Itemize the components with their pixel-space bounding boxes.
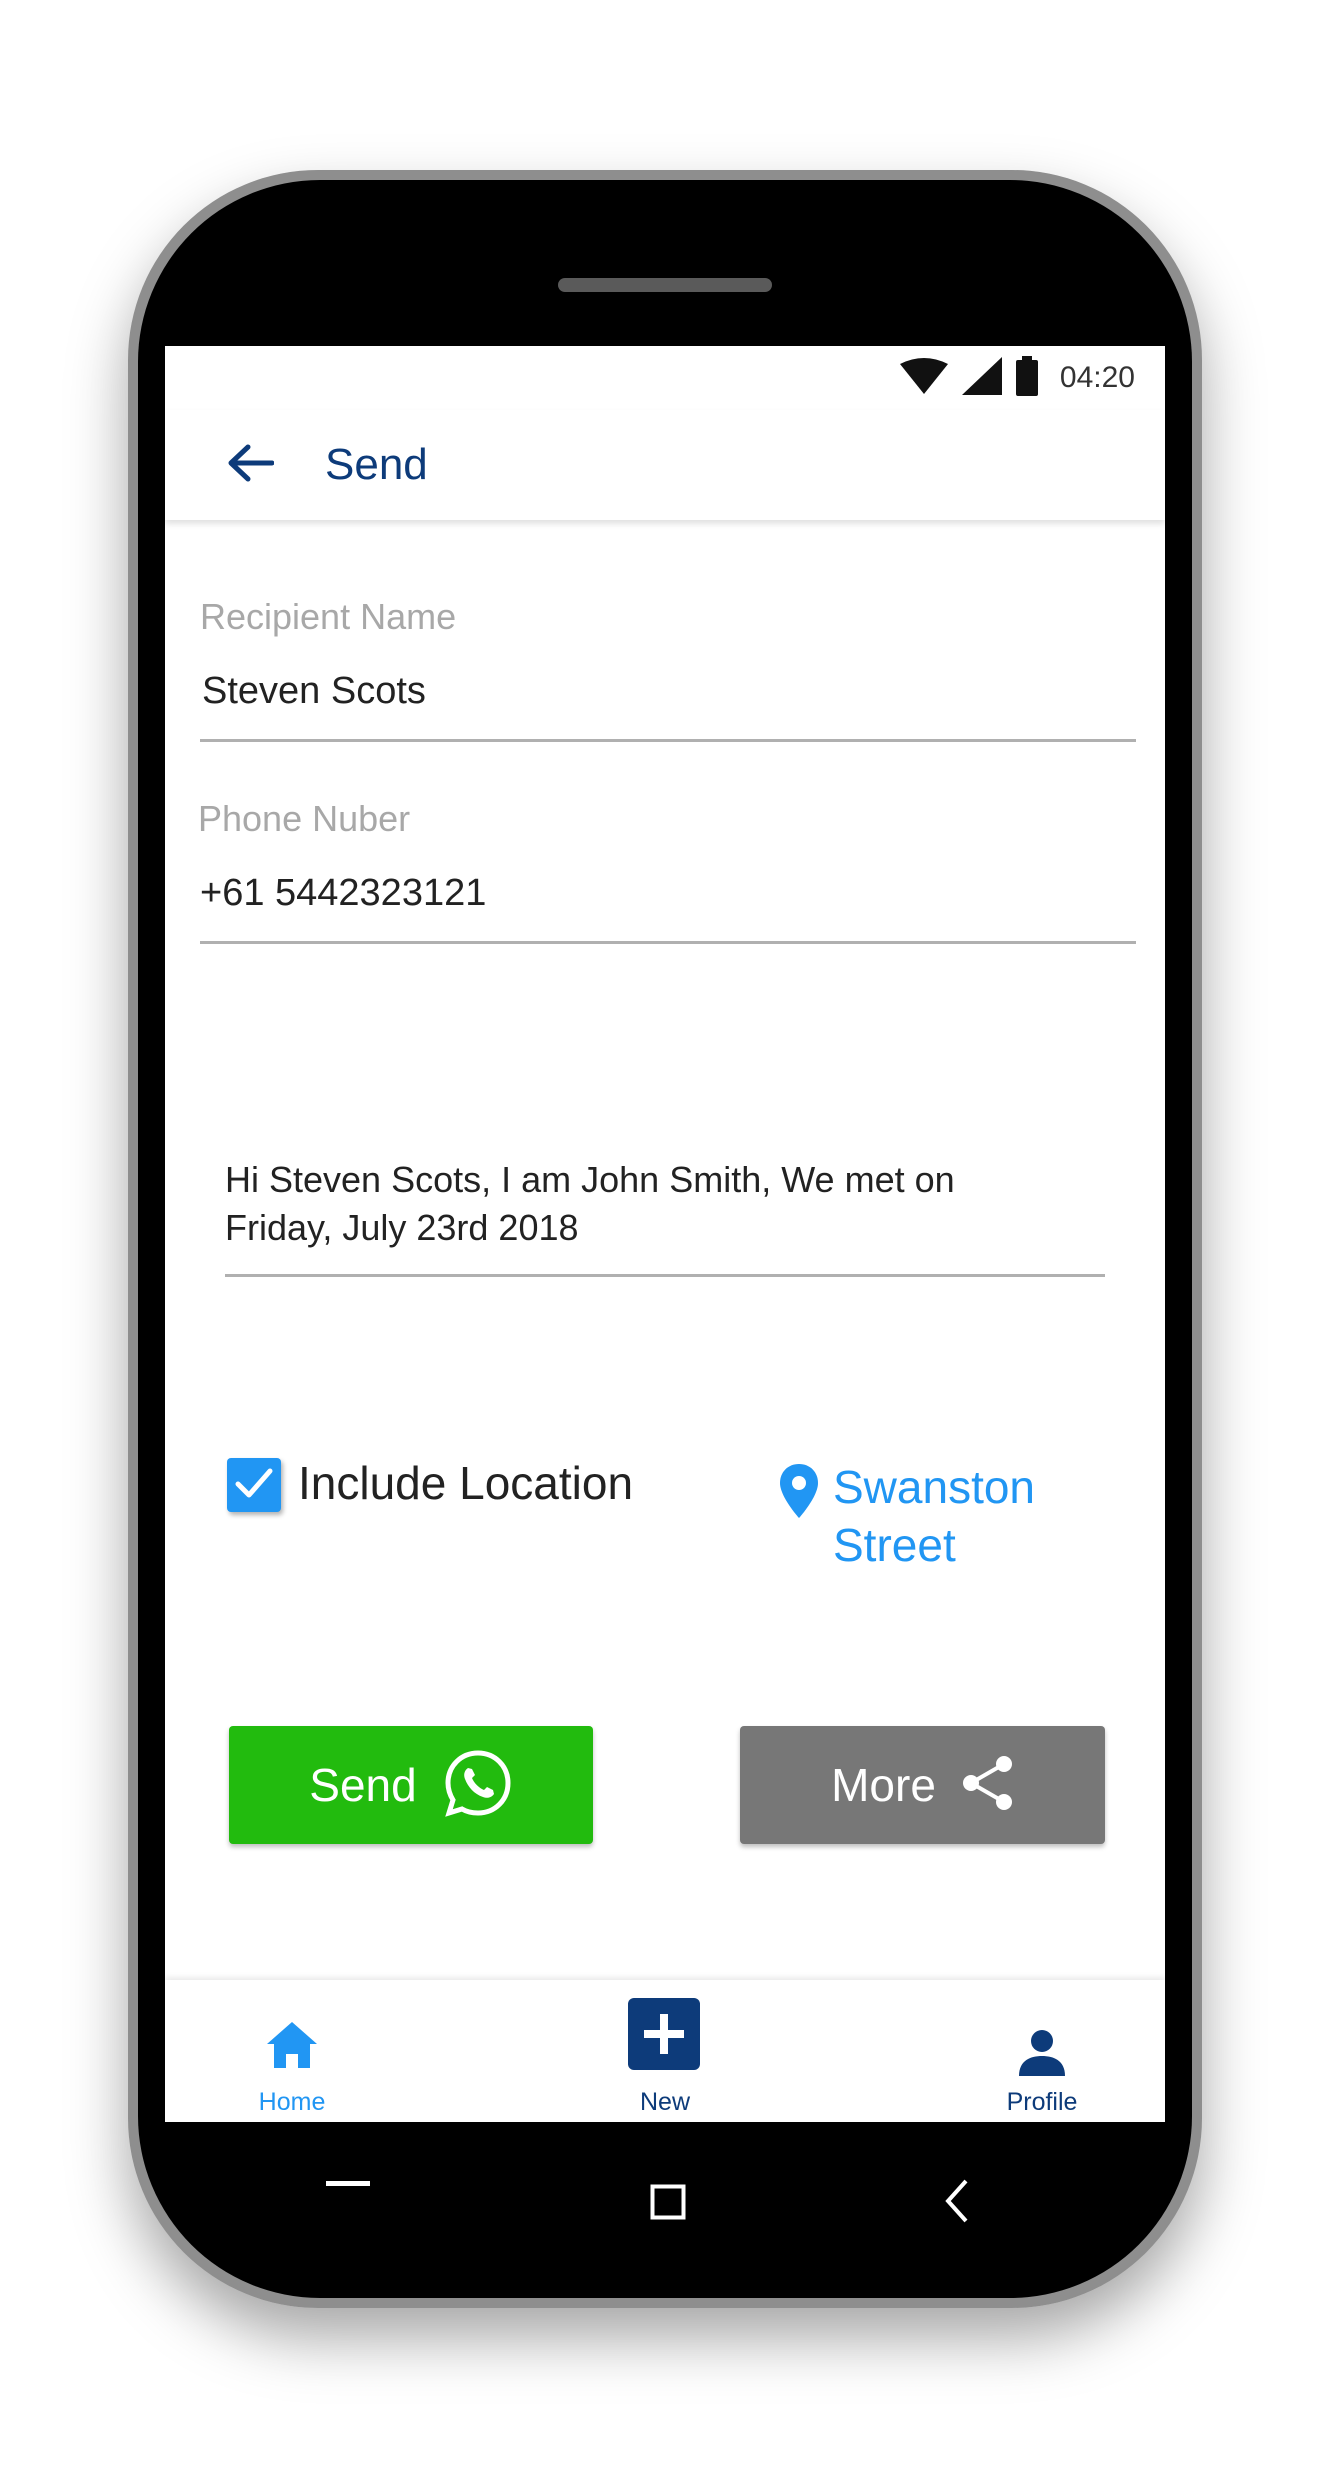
battery-icon: [1015, 355, 1038, 401]
map-pin-icon: [780, 1464, 818, 1523]
location-link[interactable]: Swanston Street: [833, 1458, 1093, 1574]
whatsapp-icon: [443, 1748, 513, 1823]
system-home-button[interactable]: [650, 2184, 686, 2225]
status-time: 04:20: [1059, 361, 1135, 394]
share-icon: [962, 1755, 1014, 1816]
include-location-label: Include Location: [298, 1457, 634, 1509]
nav-label-new: New: [639, 2088, 690, 2116]
send-button-label: Send: [309, 1759, 417, 1811]
bottom-navigation: Home New Profile: [165, 1980, 1165, 2122]
nav-label-profile: Profile: [1006, 2088, 1078, 2116]
more-share-button[interactable]: More: [740, 1726, 1105, 1844]
nav-label-home: Home: [258, 2088, 326, 2116]
status-icons: 04:20: [899, 355, 1135, 401]
wifi-icon: [899, 357, 948, 399]
page-title: Send: [325, 440, 428, 489]
person-icon: [1019, 2030, 1065, 2081]
recipient-name-label: Recipient Name: [200, 596, 457, 637]
nav-item-profile[interactable]: Profile: [942, 1980, 1142, 2122]
speaker-grille: [558, 278, 772, 292]
phone-number-value: +61 5442323121: [200, 872, 487, 914]
home-icon: [265, 2020, 319, 2075]
more-button-label: More: [831, 1759, 936, 1811]
send-whatsapp-button[interactable]: Send: [229, 1726, 593, 1844]
checkmark-icon: [234, 1466, 274, 1505]
phone-number-label: Phone Nuber: [198, 798, 411, 839]
app-bar: Send: [165, 410, 1165, 520]
app-screen: 04:20 Send Recipient Name Steven Scots P…: [165, 346, 1165, 2122]
system-recent-apps-button[interactable]: [326, 2176, 370, 2194]
message-text: Hi Steven Scots, I am John Smith, We met…: [225, 1159, 955, 1248]
back-button[interactable]: [205, 420, 295, 510]
arrow-left-icon: [226, 443, 275, 488]
status-bar: 04:20: [165, 346, 1165, 410]
signal-icon: [961, 356, 1002, 400]
message-field[interactable]: Hi Steven Scots, I am John Smith, We met…: [225, 1156, 1105, 1277]
system-back-button[interactable]: [944, 2178, 970, 2229]
phone-number-field[interactable]: Phone Nuber +61 5442323121: [198, 766, 1136, 944]
nav-item-home[interactable]: Home: [192, 1980, 392, 2122]
plus-square-icon: [628, 1998, 700, 2075]
recipient-name-value: Steven Scots: [202, 670, 426, 712]
include-location-checkbox[interactable]: [227, 1458, 281, 1512]
nav-item-new[interactable]: New: [565, 1980, 765, 2122]
recipient-name-field[interactable]: Recipient Name Steven Scots: [200, 566, 1136, 742]
